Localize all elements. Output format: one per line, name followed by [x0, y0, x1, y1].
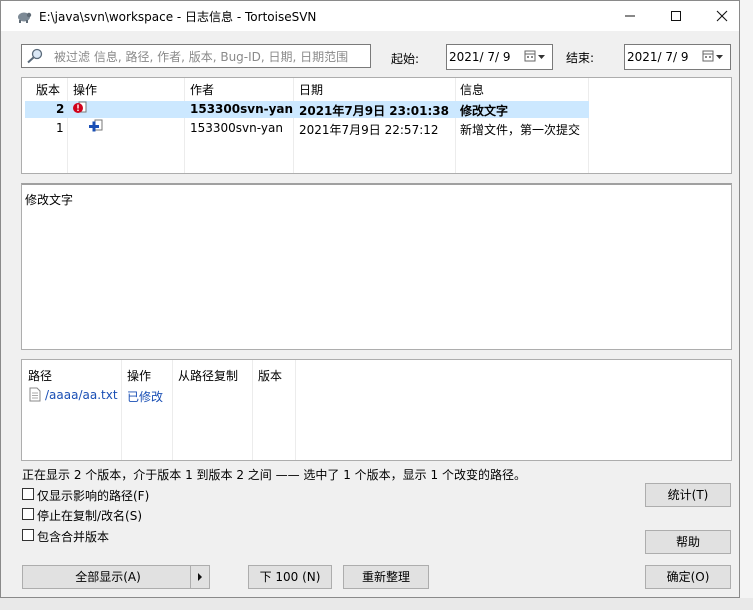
maximize-icon — [671, 11, 681, 21]
revision-cell[interactable]: 2 — [56, 102, 64, 116]
search-input[interactable] — [52, 47, 372, 67]
log-dialog: E:\java\svn\workspace - 日志信息 - TortoiseS… — [0, 0, 740, 598]
calendar-dropdown-icon[interactable] — [524, 49, 548, 65]
message-cell[interactable]: 新增文件，第一次提交 — [460, 121, 580, 138]
date-cell[interactable]: 2021年7月9日 22:57:12 — [299, 121, 439, 138]
show-all-label[interactable]: 全部显示(A) — [23, 566, 193, 588]
close-button[interactable] — [699, 1, 745, 31]
author-cell[interactable]: 153300svn-yan — [190, 102, 293, 116]
to-date-picker[interactable]: 2021/ 7/ 9 — [624, 44, 731, 70]
commit-message-text: 修改文字 — [25, 193, 74, 207]
tortoisesvn-icon — [16, 9, 32, 23]
column-divider — [67, 78, 68, 173]
column-header-message[interactable]: 信息 — [460, 81, 484, 98]
stop-on-copy-checkbox[interactable] — [22, 508, 34, 520]
path-action-cell[interactable]: 已修改 — [127, 388, 163, 405]
added-icon — [88, 119, 104, 136]
column-divider — [121, 360, 122, 460]
to-date-value: 2021/ 7/ 9 — [627, 50, 689, 64]
from-date-picker[interactable]: 2021/ 7/ 9 — [446, 44, 553, 70]
affected-paths-label[interactable]: 仅显示影响的路径(F) — [37, 487, 149, 504]
refresh-button[interactable]: 重新整理 — [343, 565, 429, 589]
column-divider — [293, 78, 294, 173]
include-merged-label[interactable]: 包含合并版本 — [37, 528, 109, 545]
column-divider — [172, 360, 173, 460]
column-divider — [184, 78, 185, 173]
to-date-label: 结束: — [566, 51, 595, 65]
revision-list[interactable]: 版本 操作 作者 日期 信息 2 153300svn-yan 2021年7月9日… — [21, 77, 732, 174]
column-divider — [252, 360, 253, 460]
show-all-split-button[interactable]: 全部显示(A) — [22, 565, 210, 589]
minimize-icon — [625, 15, 635, 17]
column-header-path[interactable]: 路径 — [28, 367, 52, 384]
from-date-value: 2021/ 7/ 9 — [449, 50, 511, 64]
window-title: E:\java\svn\workspace - 日志信息 - TortoiseS… — [39, 10, 317, 24]
column-header-action[interactable]: 操作 — [127, 367, 151, 384]
changed-paths-list[interactable]: 路径 操作 从路径复制 版本 /aaaa/aa.txt 已修改 — [21, 359, 732, 461]
column-header-revision[interactable]: 版本 — [36, 81, 60, 98]
commit-message-panel[interactable]: 修改文字 — [21, 183, 732, 350]
column-divider — [295, 360, 296, 460]
revision-cell[interactable]: 1 — [56, 121, 64, 135]
statistics-button[interactable]: 统计(T) — [645, 483, 731, 507]
maximize-button[interactable] — [653, 1, 699, 31]
status-text: 正在显示 2 个版本，介于版本 1 到版本 2 之间 —— 选中了 1 个版本，… — [22, 468, 526, 482]
author-cell[interactable]: 153300svn-yan — [190, 121, 283, 135]
column-header-copy-from[interactable]: 从路径复制 — [178, 367, 238, 384]
background-window-strip-bottom — [0, 598, 753, 610]
next-100-button[interactable]: 下 100 (N) — [248, 565, 332, 589]
column-header-date[interactable]: 日期 — [299, 81, 323, 98]
title-bar[interactable]: E:\java\svn\workspace - 日志信息 - TortoiseS… — [1, 1, 739, 31]
dropdown-arrow-icon[interactable] — [190, 566, 209, 588]
message-cell[interactable]: 修改文字 — [460, 102, 508, 119]
help-button[interactable]: 帮助 — [645, 530, 731, 554]
column-divider — [455, 78, 456, 173]
column-header-action[interactable]: 操作 — [73, 81, 97, 98]
stop-on-copy-label[interactable]: 停止在复制/改名(S) — [37, 507, 142, 524]
calendar-dropdown-icon[interactable] — [702, 49, 726, 65]
column-header-revision[interactable]: 版本 — [258, 367, 282, 384]
minimize-button[interactable] — [607, 1, 653, 31]
modified-icon — [72, 101, 88, 118]
close-icon — [716, 10, 728, 22]
search-field[interactable] — [21, 44, 372, 68]
search-icon — [26, 48, 44, 67]
from-date-label: 起始: — [391, 52, 420, 66]
path-cell[interactable]: /aaaa/aa.txt — [45, 388, 118, 402]
ok-button[interactable]: 确定(O) — [645, 565, 731, 589]
date-cell[interactable]: 2021年7月9日 23:01:38 — [299, 102, 449, 119]
column-header-author[interactable]: 作者 — [190, 81, 214, 98]
include-merged-checkbox[interactable] — [22, 529, 34, 541]
file-icon — [29, 387, 41, 405]
affected-paths-checkbox[interactable] — [22, 488, 34, 500]
column-divider — [588, 78, 589, 173]
